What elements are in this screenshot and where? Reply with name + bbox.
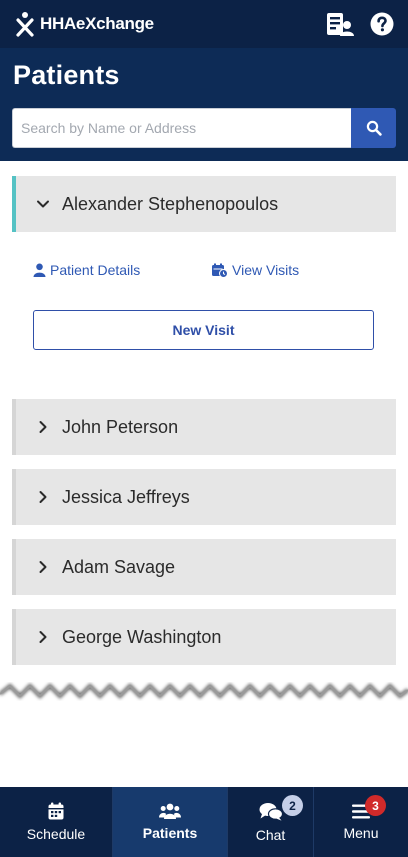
patient-row[interactable]: Alexander Stephenopoulos xyxy=(12,176,396,232)
patient-details-label: Patient Details xyxy=(50,262,141,278)
id-card-icon xyxy=(327,13,354,36)
users-icon xyxy=(159,803,181,819)
logo-mark-icon xyxy=(16,12,34,37)
calendar-icon xyxy=(48,802,64,820)
search-icon xyxy=(366,120,382,136)
torn-edge-divider xyxy=(0,683,408,699)
search-input[interactable] xyxy=(12,108,351,148)
caregiver-id-button[interactable] xyxy=(326,10,354,38)
logo-text: HHAeXchange xyxy=(40,14,154,33)
help-button[interactable] xyxy=(368,10,396,38)
patient-row[interactable]: John Peterson xyxy=(12,399,396,455)
app-logo: HHAeXchange xyxy=(16,11,154,37)
view-visits-label: View Visits xyxy=(232,262,300,278)
patient-row[interactable]: Adam Savage xyxy=(12,539,396,595)
patient-name: John Peterson xyxy=(62,416,179,437)
menu-notification-badge: 3 xyxy=(365,795,386,816)
patient-row[interactable]: George Washington xyxy=(12,609,396,665)
chevron-right-icon xyxy=(39,421,47,433)
person-icon xyxy=(33,263,46,277)
patient-name: Alexander Stephenopoulos xyxy=(62,193,279,214)
search-button[interactable] xyxy=(351,108,396,148)
top-bar: HHAeXchange xyxy=(0,0,408,48)
nav-menu[interactable]: Menu 3 xyxy=(314,787,408,857)
nav-label: Schedule xyxy=(26,826,86,842)
bottom-nav: Schedule Patients Chat 2 Menu 3 xyxy=(0,787,408,857)
nav-label: Menu xyxy=(343,824,379,841)
nav-patients[interactable]: Patients xyxy=(113,787,228,857)
chat-unread-badge: 2 xyxy=(282,795,303,816)
chevron-right-icon xyxy=(39,631,47,643)
chevron-right-icon xyxy=(39,491,47,503)
nav-label: Patients xyxy=(142,825,198,841)
title-bar: Patients xyxy=(0,48,408,161)
patient-details-panel: Patient Details View Visits New Visit xyxy=(12,232,396,362)
patient-row[interactable]: Jessica Jeffreys xyxy=(12,469,396,525)
nav-schedule[interactable]: Schedule xyxy=(0,787,113,857)
view-visits-link[interactable]: View Visits xyxy=(211,262,299,278)
chevron-right-icon xyxy=(39,561,47,573)
patient-name: Adam Savage xyxy=(62,556,176,577)
new-visit-button[interactable]: New Visit xyxy=(33,310,374,350)
patient-details-link[interactable]: Patient Details xyxy=(33,262,140,278)
chevron-down-icon xyxy=(37,200,49,208)
patient-name: George Washington xyxy=(62,626,222,647)
calendar-clock-icon xyxy=(212,263,228,278)
page-title: Patients xyxy=(13,60,120,90)
search-bar xyxy=(12,108,396,148)
patient-name: Jessica Jeffreys xyxy=(62,486,190,507)
nav-label: Chat xyxy=(255,826,286,843)
nav-chat[interactable]: Chat 2 xyxy=(228,787,314,857)
help-icon xyxy=(370,12,394,36)
chat-icon xyxy=(259,802,283,821)
